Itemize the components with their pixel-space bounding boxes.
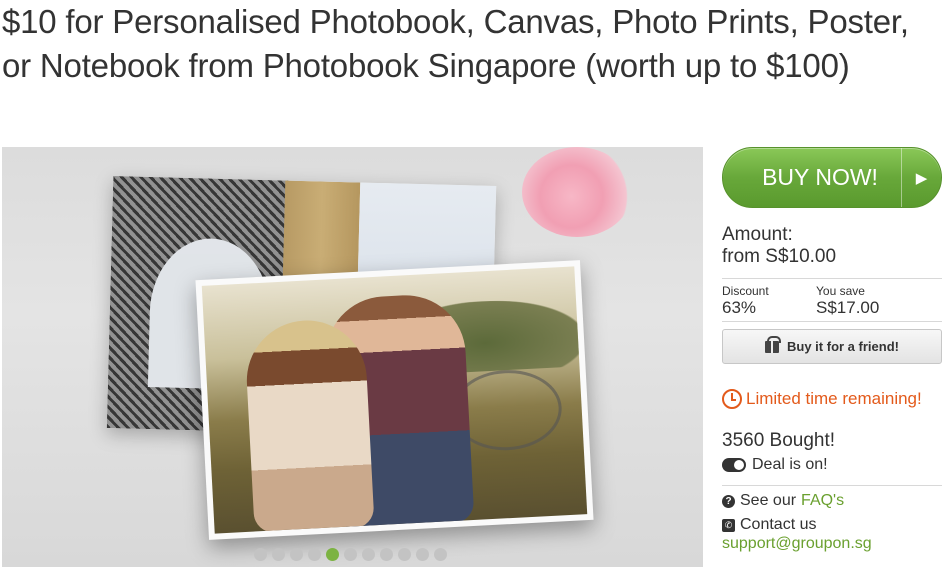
carousel-dot[interactable] xyxy=(416,548,429,561)
faq-prefix: See our xyxy=(740,492,797,509)
limited-time-notice: Limited time remaining! xyxy=(722,389,942,409)
carousel-dot[interactable] xyxy=(362,548,375,561)
savings-stats: Discount 63% You save S$17.00 xyxy=(722,284,942,318)
buy-now-button[interactable]: BUY NOW! ▶ xyxy=(722,147,942,208)
toggle-icon xyxy=(722,458,746,472)
divider xyxy=(722,278,942,279)
savings-label: You save xyxy=(816,284,865,298)
limited-time-text: Limited time remaining! xyxy=(746,389,922,408)
buy-for-friend-label: Buy it for a friend! xyxy=(787,339,899,354)
deal-image-carousel[interactable] xyxy=(2,147,703,567)
chevron-right-icon: ▶ xyxy=(901,148,941,207)
carousel-dot[interactable] xyxy=(308,548,321,561)
carousel-dot[interactable] xyxy=(380,548,393,561)
savings-stat: You save S$17.00 xyxy=(816,284,910,318)
carousel-dot[interactable] xyxy=(254,548,267,561)
contact-block: ✆ Contact us support@groupon.sg xyxy=(722,516,872,553)
faq-link[interactable]: FAQ's xyxy=(801,492,844,510)
bought-count: 3560 Bought! xyxy=(722,430,836,451)
carousel-dot[interactable] xyxy=(398,548,411,561)
deal-status: Deal is on! xyxy=(722,456,828,474)
buy-now-label: BUY NOW! xyxy=(762,164,878,190)
person-woman xyxy=(243,317,375,534)
amount-block: Amount: from S$10.00 xyxy=(722,224,942,268)
discount-stat: Discount 63% xyxy=(722,284,816,318)
carousel-pagination xyxy=(254,548,447,561)
buy-for-friend-button[interactable]: Buy it for a friend! xyxy=(722,329,942,364)
amount-label: Amount: xyxy=(722,224,793,245)
amount-value: from S$10.00 xyxy=(722,246,837,267)
discount-label: Discount xyxy=(722,284,769,298)
carousel-dot[interactable] xyxy=(344,548,357,561)
couple-photo-print xyxy=(195,260,594,540)
carousel-dot[interactable] xyxy=(326,548,339,561)
deal-title: $10 for Personalised Photobook, Canvas, … xyxy=(2,3,909,84)
rose-decoration xyxy=(522,147,632,237)
photo-content xyxy=(201,266,588,534)
deal-on-text: Deal is on! xyxy=(752,456,828,473)
question-icon: ? xyxy=(722,494,735,508)
divider xyxy=(722,321,942,322)
faq-line: ? See our FAQ's xyxy=(722,492,844,510)
support-email-link[interactable]: support@groupon.sg xyxy=(722,534,872,553)
clock-icon xyxy=(722,389,742,409)
contact-line: ✆ Contact us xyxy=(722,516,872,534)
carousel-dot[interactable] xyxy=(290,548,303,561)
gift-icon xyxy=(765,335,782,353)
contact-label: Contact us xyxy=(740,516,817,533)
discount-value: 63% xyxy=(722,298,757,317)
divider xyxy=(722,485,942,486)
savings-value: S$17.00 xyxy=(816,298,880,317)
carousel-dot[interactable] xyxy=(434,548,447,561)
phone-icon: ✆ xyxy=(722,518,735,532)
carousel-dot[interactable] xyxy=(272,548,285,561)
